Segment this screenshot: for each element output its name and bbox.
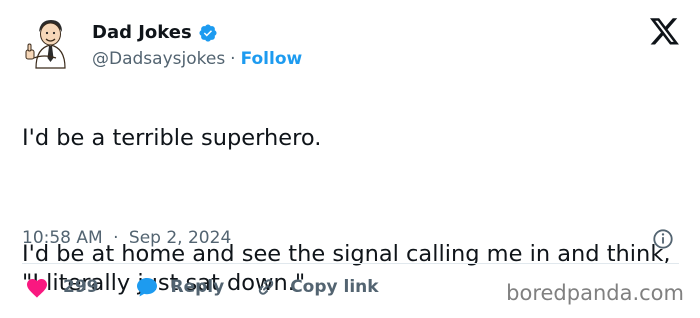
author-handle[interactable]: @Dadsaysjokes: [92, 49, 225, 69]
link-icon: [259, 279, 274, 295]
reply-button[interactable]: Reply: [135, 276, 225, 298]
tweet-date: Sep 2, 2024: [128, 228, 232, 248]
watermark: boredpanda.com: [506, 281, 684, 305]
tweet-time: 10:58 AM: [22, 228, 103, 248]
copy-link-button[interactable]: Copy link: [254, 276, 379, 298]
tweet-timestamp[interactable]: 10:58 AM · Sep 2, 2024: [22, 228, 231, 248]
follow-button[interactable]: Follow: [241, 49, 303, 69]
info-icon[interactable]: [652, 228, 674, 250]
x-logo-icon[interactable]: [650, 18, 680, 46]
timestamp-separator: ·: [113, 228, 119, 248]
verified-badge-icon: [199, 23, 217, 42]
like-button[interactable]: 299: [25, 276, 99, 298]
speech-bubble-icon: [136, 278, 157, 297]
like-count: 299: [63, 277, 99, 297]
tweet-actions: 299 Reply Copy link: [25, 276, 379, 298]
author-name[interactable]: Dad Jokes: [92, 22, 192, 43]
reply-label: Reply: [170, 277, 225, 297]
author-name-row: Dad Jokes: [92, 22, 218, 43]
divider: [22, 263, 679, 264]
avatar-icon[interactable]: [22, 14, 78, 70]
tweet-line-1: I'd be a terrible superhero.: [22, 125, 322, 151]
author-handle-row: @Dadsaysjokes · Follow: [92, 49, 302, 69]
separator-dot: ·: [230, 49, 236, 69]
copy-link-label: Copy link: [290, 277, 379, 297]
heart-icon: [27, 279, 47, 298]
tweet-card: Dad Jokes @Dadsaysjokes · Follow I'd be …: [0, 0, 700, 318]
